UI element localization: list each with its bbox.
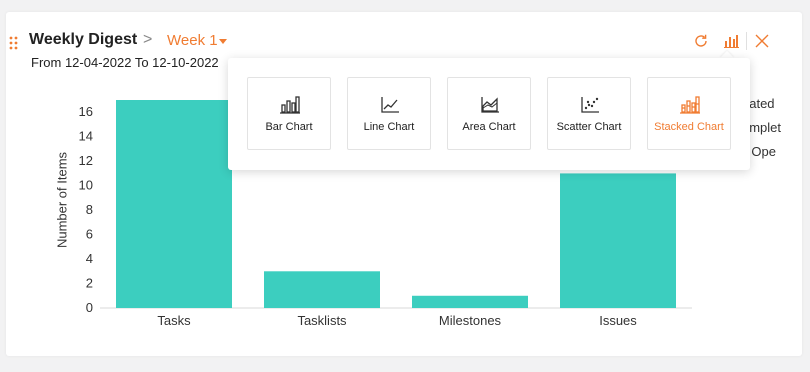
bar-chart: 0 2 4 6 8 10 12 14 16 Tasks Tasklists Milestones Iss… (79, 100, 692, 328)
line-chart-icon (381, 97, 399, 113)
legend-item[interactable]: ll Ope (742, 144, 802, 168)
stacked-chart-option-label: Stacked Chart (654, 121, 724, 133)
y-tick-label: 6 (86, 227, 93, 242)
area-chart-option[interactable]: Area Chart (447, 77, 531, 150)
bar-chart-icon (280, 96, 300, 114)
y-tick-label: 2 (86, 276, 93, 291)
line-chart-option[interactable]: Line Chart (347, 77, 431, 150)
scatter-chart-option-label: Scatter Chart (556, 121, 622, 133)
x-tick-label: Milestones (439, 313, 502, 328)
y-tick-label: 14 (79, 129, 93, 144)
area-chart-icon (481, 97, 499, 113)
area-chart-option-label: Area Chart (462, 121, 516, 133)
scatter-chart-icon (581, 97, 599, 113)
bar (412, 295, 528, 308)
scatter-chart-option[interactable]: Scatter Chart (547, 77, 631, 150)
y-tick-label: 12 (79, 153, 93, 168)
stacked-chart-option[interactable]: Stacked Chart (647, 77, 731, 150)
x-tick-label: Tasks (157, 313, 191, 328)
y-tick-label: 0 (86, 300, 93, 315)
y-tick-label: 10 (79, 178, 93, 193)
stacked-chart-icon (680, 96, 700, 114)
bar (560, 173, 676, 308)
y-tick-label: 4 (86, 251, 93, 266)
chart-legend: eated omplet ll Ope (742, 96, 802, 168)
y-tick-label: 16 (79, 104, 93, 119)
bar (116, 100, 232, 308)
x-tick-label: Issues (599, 313, 637, 328)
x-tick-label: Tasklists (297, 313, 347, 328)
bar (264, 271, 380, 308)
legend-item[interactable]: omplet (742, 120, 802, 144)
y-tick-label: 8 (86, 202, 93, 217)
chart-type-popover: Bar Chart Line Chart Area Chart Scatter … (228, 58, 750, 170)
bar-chart-option[interactable]: Bar Chart (247, 77, 331, 150)
legend-item[interactable]: eated (742, 96, 802, 120)
line-chart-option-label: Line Chart (363, 121, 415, 133)
bar-chart-option-label: Bar Chart (265, 121, 313, 133)
